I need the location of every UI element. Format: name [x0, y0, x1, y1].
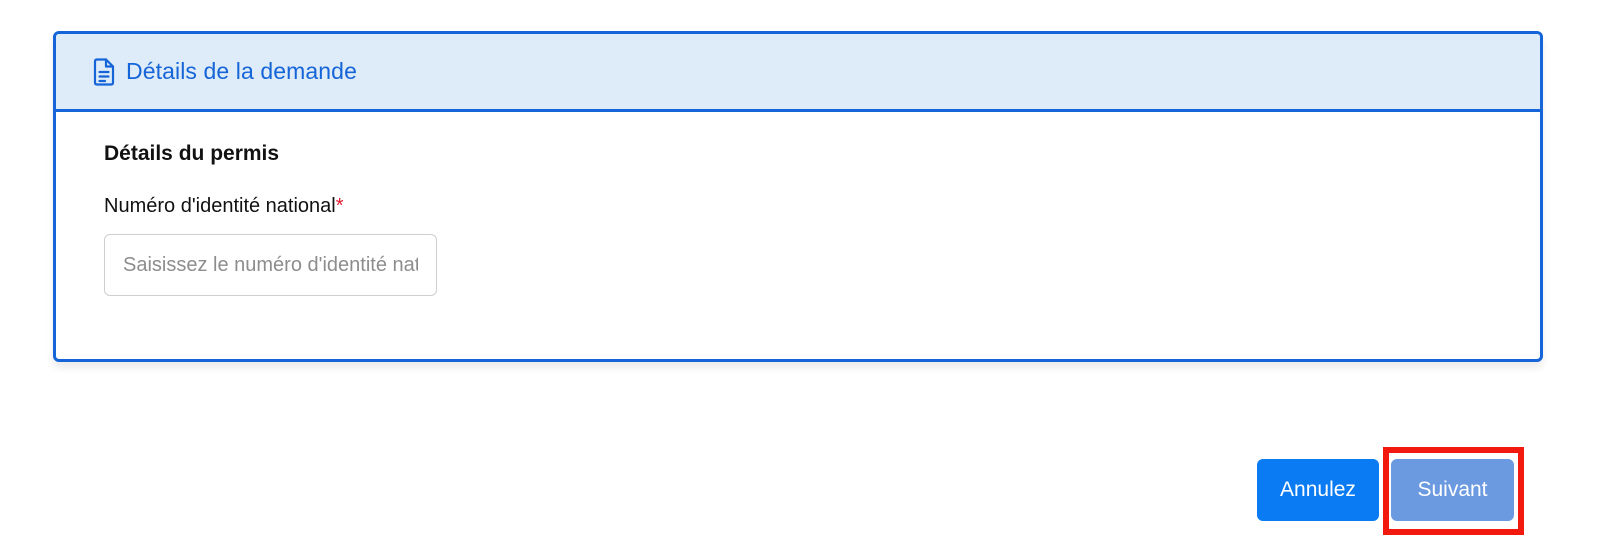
required-marker: *	[335, 195, 344, 217]
page: Détails de la demande Détails du permis …	[0, 0, 1600, 554]
request-details-card: Détails de la demande Détails du permis …	[53, 31, 1543, 362]
national-id-label: Numéro d'identité national*	[104, 195, 1492, 221]
card-header: Détails de la demande	[56, 34, 1540, 112]
national-id-label-text: Numéro d'identité national	[104, 195, 336, 217]
next-button[interactable]: Suivant	[1391, 459, 1514, 521]
card-title: Détails de la demande	[126, 58, 357, 84]
national-id-input[interactable]	[104, 234, 437, 296]
card-body: Détails du permis Numéro d'identité nati…	[56, 112, 1540, 324]
cancel-button[interactable]: Annulez	[1257, 459, 1379, 521]
section-title: Détails du permis	[104, 142, 280, 165]
document-icon	[92, 57, 116, 86]
